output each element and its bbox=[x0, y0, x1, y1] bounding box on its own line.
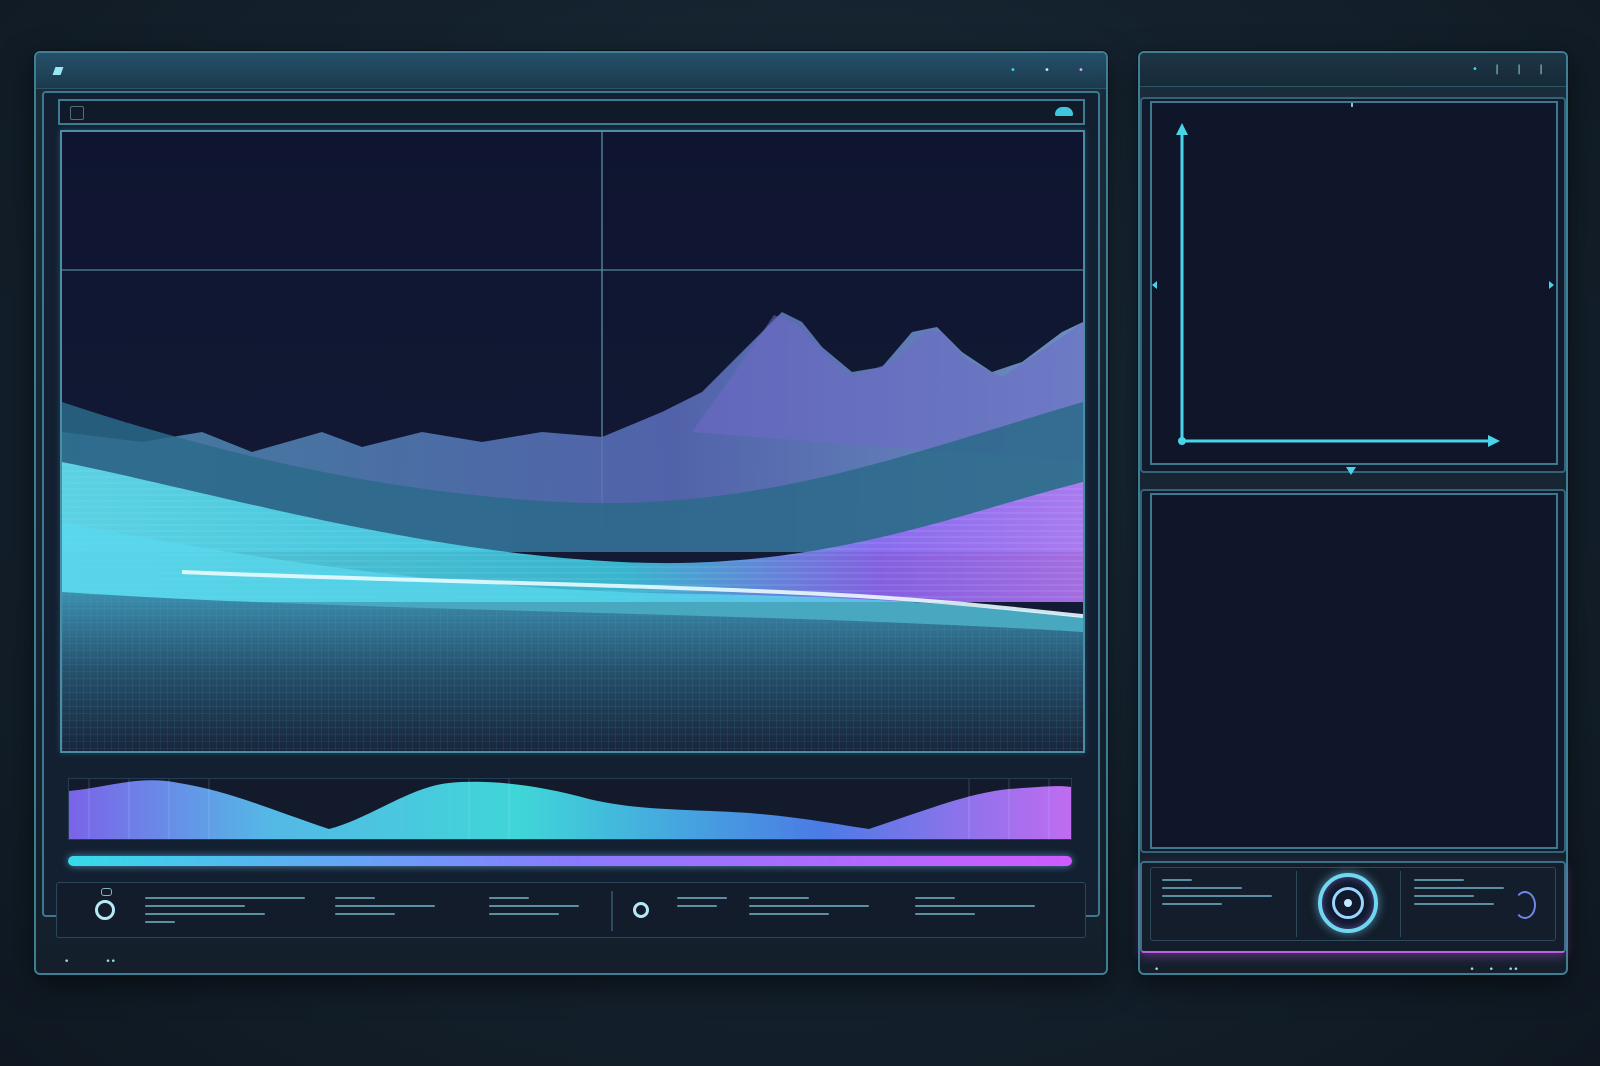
wave-landscape-render bbox=[62, 132, 1083, 751]
progress-track[interactable] bbox=[68, 856, 1072, 866]
side-pin-button[interactable]: | bbox=[1490, 64, 1504, 75]
y-axis-arrow-icon bbox=[1176, 123, 1188, 135]
param-group-5 bbox=[749, 891, 879, 921]
record-knob-icon[interactable] bbox=[95, 900, 115, 920]
side-control-module bbox=[1140, 861, 1566, 953]
file-icon[interactable] bbox=[70, 106, 84, 120]
maximize-button[interactable]: • bbox=[1040, 65, 1054, 76]
mode-knob-icon[interactable] bbox=[633, 902, 649, 918]
x-axis-arrow-icon bbox=[1488, 435, 1500, 447]
record-ring-center bbox=[1344, 899, 1352, 907]
footer-indicator-1[interactable]: • bbox=[64, 957, 69, 967]
module-right-params bbox=[1414, 873, 1514, 911]
module-divider-right bbox=[1400, 871, 1401, 937]
side-footer-indicator-3[interactable]: • bbox=[1489, 965, 1494, 975]
main-footer: • •• bbox=[64, 957, 116, 967]
control-strip bbox=[56, 882, 1086, 938]
cloud-icon[interactable] bbox=[1055, 107, 1073, 116]
waveform-strip[interactable] bbox=[68, 778, 1072, 840]
side-footer-indicator-2[interactable]: • bbox=[1469, 965, 1474, 975]
close-button[interactable]: • bbox=[1074, 65, 1088, 76]
progress-fill bbox=[68, 856, 1072, 866]
module-divider-left bbox=[1296, 871, 1297, 937]
axis-graph bbox=[1152, 103, 1554, 447]
footer-indicator-2[interactable]: •• bbox=[105, 957, 116, 967]
side-footer-indicator-1[interactable]: • bbox=[1154, 965, 1159, 975]
side-window: • | | | • • • •• bbox=[1138, 51, 1568, 975]
minimize-button[interactable]: • bbox=[1006, 65, 1020, 76]
param-group-1 bbox=[145, 891, 315, 929]
landscape-viewport[interactable] bbox=[60, 130, 1085, 753]
axis-frame-bottom-marker bbox=[1346, 467, 1356, 475]
param-group-2 bbox=[335, 891, 445, 921]
viewport-toolbar bbox=[58, 99, 1085, 125]
app-logo-icon bbox=[52, 66, 64, 75]
param-group-3 bbox=[489, 891, 589, 921]
knob-cap-icon bbox=[101, 888, 112, 896]
side-minimize-button[interactable]: • bbox=[1468, 64, 1482, 75]
preview-area[interactable] bbox=[1150, 493, 1558, 849]
toggle-icon[interactable] bbox=[1514, 891, 1536, 919]
waveform-graph bbox=[69, 779, 1071, 839]
main-titlebar: • • • bbox=[36, 53, 1106, 89]
side-maximize-button[interactable]: | bbox=[1512, 64, 1526, 75]
strip-divider bbox=[611, 891, 613, 931]
side-footer: • • • •• bbox=[1154, 965, 1554, 975]
axis-graph-area[interactable] bbox=[1150, 101, 1558, 465]
side-footer-indicator-4[interactable]: •• bbox=[1508, 965, 1519, 975]
main-window: • • • • •• bbox=[34, 51, 1108, 975]
side-close-button[interactable]: | bbox=[1534, 64, 1548, 75]
module-left-params bbox=[1162, 873, 1282, 911]
param-group-4 bbox=[677, 891, 737, 913]
side-titlebar: • | | | bbox=[1140, 53, 1566, 87]
param-group-6 bbox=[915, 891, 1045, 921]
